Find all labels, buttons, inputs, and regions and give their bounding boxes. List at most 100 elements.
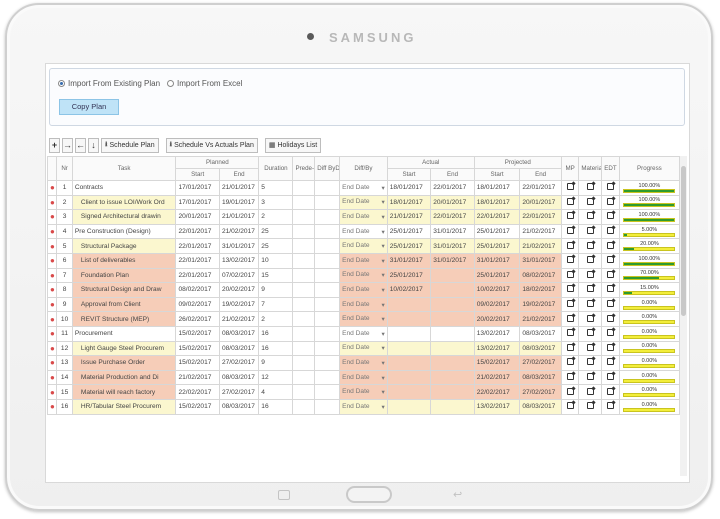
diff-by-day[interactable]	[314, 238, 341, 254]
duration[interactable]: 9	[258, 282, 294, 298]
planned-start[interactable]: 22/01/2017	[175, 223, 220, 240]
task-name[interactable]: Pre Construction (Design)	[71, 223, 177, 240]
edt-edit-icon[interactable]	[601, 325, 620, 342]
mp-edit-icon[interactable]	[560, 340, 580, 357]
duration[interactable]: 7	[258, 296, 294, 313]
table-row[interactable]: ● 16 HR/Tabular Steel Procurem 15/02/2017 08…	[46, 398, 681, 415]
mp-edit-icon[interactable]	[560, 238, 580, 254]
actual-end[interactable]	[430, 355, 475, 371]
actual-start[interactable]: 31/01/2017	[386, 252, 432, 269]
outdent-button[interactable]: ←	[75, 137, 86, 153]
actual-start[interactable]: 18/01/2017	[386, 180, 432, 196]
diff-by-day[interactable]	[314, 398, 341, 415]
edt-edit-icon[interactable]	[601, 238, 620, 254]
duration[interactable]: 25	[258, 238, 294, 254]
actual-start[interactable]	[386, 355, 432, 371]
planned-end[interactable]: 21/02/2017	[218, 223, 260, 240]
diff-by-day[interactable]	[314, 194, 341, 211]
table-row[interactable]: ● 12 Light Gauge Steel Procurem 15/02/2017 0…	[46, 340, 681, 357]
diff-by-day[interactable]	[314, 209, 341, 225]
mp-edit-icon[interactable]	[560, 209, 580, 225]
diff-type-select[interactable]: End Date ▾	[339, 252, 388, 269]
material-edit-icon[interactable]	[578, 223, 603, 240]
planned-end[interactable]: 19/02/2017	[218, 296, 260, 313]
planned-end[interactable]: 08/03/2017	[218, 325, 260, 342]
diff-type-select[interactable]: End Date ▾	[339, 180, 388, 196]
edt-edit-icon[interactable]	[601, 194, 620, 211]
actual-start[interactable]	[386, 311, 432, 327]
diff-by-day[interactable]	[314, 267, 341, 284]
planned-start[interactable]: 08/02/2017	[175, 282, 220, 298]
table-row[interactable]: ● 7 Foundation Plan 22/01/2017 07/02/2017 15 E…	[46, 267, 681, 284]
planned-start[interactable]: 22/01/2017	[175, 267, 220, 284]
actual-start[interactable]	[386, 369, 432, 386]
planned-start[interactable]: 15/02/2017	[175, 398, 220, 415]
predecessor[interactable]	[292, 209, 316, 225]
copy-plan-button[interactable]: Copy Plan	[59, 99, 119, 115]
diff-type-select[interactable]: End Date ▾	[339, 194, 388, 211]
planned-end[interactable]: 21/02/2017	[218, 311, 260, 327]
back-icon[interactable]: ↩	[453, 488, 462, 501]
actual-end[interactable]: 22/01/2017	[430, 209, 475, 225]
actual-end[interactable]	[430, 296, 475, 313]
planned-start[interactable]: 22/01/2017	[175, 238, 220, 254]
diff-type-select[interactable]: End Date ▾	[339, 384, 388, 400]
predecessor[interactable]	[292, 194, 316, 211]
task-name[interactable]: HR/Tabular Steel Procurem	[71, 398, 177, 415]
table-row[interactable]: ● 14 Material Production and Di 21/02/2017 0…	[46, 369, 681, 386]
planned-start[interactable]: 22/02/2017	[175, 384, 220, 400]
material-edit-icon[interactable]	[578, 282, 603, 298]
diff-by-day[interactable]	[314, 369, 341, 386]
task-name[interactable]: Issue Purchase Order	[71, 355, 177, 371]
predecessor[interactable]	[292, 384, 316, 400]
material-edit-icon[interactable]	[578, 369, 603, 386]
duration[interactable]: 2	[258, 311, 294, 327]
collapse-toggle-icon[interactable]: ●	[46, 369, 58, 386]
collapse-toggle-icon[interactable]: ●	[46, 340, 58, 357]
table-row[interactable]: ● 2 Client to issue LOI/Work Ord 17/01/2017…	[46, 194, 681, 211]
diff-by-day[interactable]	[314, 223, 341, 240]
edt-edit-icon[interactable]	[601, 384, 620, 400]
material-edit-icon[interactable]	[578, 267, 603, 284]
duration[interactable]: 12	[258, 369, 294, 386]
task-name[interactable]: Client to issue LOI/Work Ord	[71, 194, 177, 211]
planned-start[interactable]: 22/01/2017	[175, 252, 220, 269]
edt-edit-icon[interactable]	[601, 398, 620, 415]
actual-start[interactable]	[386, 325, 432, 342]
edt-edit-icon[interactable]	[601, 282, 620, 298]
mp-edit-icon[interactable]	[560, 296, 580, 313]
edt-edit-icon[interactable]	[601, 369, 620, 386]
table-row[interactable]: ● 13 Issue Purchase Order 15/02/2017 27/02/2…	[46, 355, 681, 371]
task-name[interactable]: REVIT Structure (MEP)	[71, 311, 177, 327]
table-row[interactable]: ● 4 Pre Construction (Design) 22/01/2017 21/…	[46, 223, 681, 240]
actual-start[interactable]: 25/01/2017	[386, 238, 432, 254]
planned-start[interactable]: 15/02/2017	[175, 340, 220, 357]
task-name[interactable]: Signed Architectural drawin	[71, 209, 177, 225]
table-row[interactable]: ● 3 Signed Architectural drawin 20/01/2017 2…	[46, 209, 681, 225]
collapse-toggle-icon[interactable]: ●	[46, 238, 58, 254]
diff-type-select[interactable]: End Date ▾	[339, 325, 388, 342]
diff-type-select[interactable]: End Date ▾	[339, 340, 388, 357]
collapse-toggle-icon[interactable]: ●	[46, 282, 58, 298]
recent-apps-icon[interactable]	[278, 490, 290, 500]
material-edit-icon[interactable]	[578, 325, 603, 342]
duration[interactable]: 3	[258, 194, 294, 211]
mp-edit-icon[interactable]	[560, 180, 580, 196]
duration[interactable]: 4	[258, 384, 294, 400]
duration[interactable]: 9	[258, 355, 294, 371]
diff-by-day[interactable]	[314, 355, 341, 371]
radio-excel[interactable]	[167, 80, 175, 87]
table-row[interactable]: ● 15 Material will reach factory 22/02/2017…	[46, 384, 681, 400]
diff-type-select[interactable]: End Date ▾	[339, 238, 388, 254]
actual-end[interactable]: 31/01/2017	[430, 252, 475, 269]
collapse-toggle-icon[interactable]: ●	[46, 194, 58, 211]
home-button[interactable]	[346, 486, 392, 503]
planned-start[interactable]: 20/01/2017	[175, 209, 220, 225]
collapse-toggle-icon[interactable]: ●	[46, 252, 58, 269]
task-name[interactable]: Foundation Plan	[71, 267, 177, 284]
predecessor[interactable]	[292, 282, 316, 298]
mp-edit-icon[interactable]	[560, 355, 580, 371]
mp-edit-icon[interactable]	[560, 398, 580, 415]
duration[interactable]: 16	[258, 325, 294, 342]
planned-end[interactable]: 07/02/2017	[218, 267, 260, 284]
